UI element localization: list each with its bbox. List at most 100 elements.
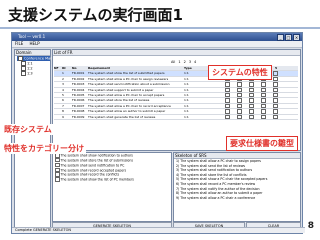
tab-all[interactable]: All — [171, 60, 175, 64]
checkbox-cell[interactable] — [222, 92, 234, 98]
checkbox-icon[interactable] — [273, 103, 278, 109]
checkbox-icon[interactable] — [261, 87, 266, 93]
checkbox-cell[interactable] — [222, 109, 234, 114]
minimize-icon[interactable]: _ — [277, 34, 284, 41]
checkbox-cell[interactable] — [270, 109, 282, 114]
checkbox-cell[interactable] — [234, 87, 246, 93]
checkbox-icon[interactable] — [225, 82, 230, 87]
checkbox-icon[interactable] — [261, 103, 266, 109]
checkbox-icon[interactable] — [249, 92, 254, 98]
checkbox-cell[interactable] — [246, 82, 258, 87]
requirements-list-header: List of FR — [53, 50, 300, 56]
checkbox-cell[interactable] — [246, 103, 258, 109]
checkbox-cell[interactable] — [234, 98, 246, 103]
list-item[interactable]: The system shall show the list of PC mem… — [53, 177, 171, 182]
table-cell: 1:1 — [184, 92, 189, 97]
checkbox-icon[interactable] — [273, 71, 278, 76]
checkbox-icon[interactable] — [273, 76, 278, 82]
checkbox-icon[interactable] — [261, 92, 266, 98]
checkbox-icon[interactable] — [237, 114, 242, 120]
column-header: No — [72, 66, 77, 70]
checkbox-cell[interactable] — [258, 109, 270, 114]
checkbox-cell[interactable] — [246, 109, 258, 114]
checkbox-cell[interactable] — [258, 98, 270, 103]
checkbox-cell[interactable] — [222, 98, 234, 103]
checkbox-cell[interactable] — [234, 109, 246, 114]
checkbox-icon[interactable] — [225, 114, 230, 120]
checkbox-icon[interactable] — [225, 92, 230, 98]
checkbox-cell[interactable] — [270, 114, 282, 120]
checkbox-icon[interactable] — [225, 98, 230, 103]
checkbox-icon[interactable] — [237, 92, 242, 98]
checkbox-cell[interactable] — [258, 87, 270, 93]
checkbox-icon[interactable] — [249, 114, 254, 120]
table-cell: 1:1 — [184, 98, 189, 103]
checkbox-icon[interactable] — [249, 103, 254, 109]
checkbox-cell[interactable] — [270, 76, 282, 82]
tab-1[interactable]: 1 — [178, 60, 180, 64]
checkbox-cell[interactable] — [258, 114, 270, 120]
menu-file[interactable]: FILE — [15, 41, 23, 46]
checkbox-cell[interactable] — [258, 82, 270, 87]
checkbox-icon[interactable] — [249, 87, 254, 93]
checkbox-cell[interactable] — [234, 92, 246, 98]
checkbox-cell[interactable] — [270, 82, 282, 87]
checkbox-cell[interactable] — [270, 92, 282, 98]
slide-title: 支援システムの実行画面1 — [8, 6, 183, 24]
checkbox-icon[interactable] — [55, 167, 60, 173]
checkbox-icon[interactable] — [273, 87, 278, 93]
status-bar: Complete GENERATE SKELETON — [12, 227, 305, 233]
checkbox-icon[interactable] — [261, 114, 266, 120]
checkbox-cell[interactable] — [246, 98, 258, 103]
checkbox-cell[interactable] — [246, 114, 258, 120]
checkbox-icon[interactable] — [237, 109, 242, 114]
checkbox-icon[interactable] — [55, 177, 60, 182]
table-cell — [54, 88, 62, 92]
checkbox-icon[interactable] — [261, 109, 266, 114]
checkbox-cell[interactable] — [258, 92, 270, 98]
menu-help[interactable]: HELP — [30, 41, 40, 46]
checkbox-cell[interactable] — [234, 103, 246, 109]
checkbox-icon[interactable] — [249, 109, 254, 114]
checkbox-icon[interactable] — [273, 92, 278, 98]
tree-item-1-3[interactable]: 1:3 — [15, 71, 50, 76]
checkbox-icon[interactable] — [225, 109, 230, 114]
checkbox-icon[interactable] — [55, 162, 60, 168]
checkbox-icon[interactable] — [237, 103, 242, 109]
checkbox-icon[interactable] — [261, 82, 266, 87]
checkbox-icon[interactable] — [261, 98, 266, 103]
checkbox-icon[interactable] — [225, 103, 230, 109]
checkbox-icon[interactable] — [225, 87, 230, 93]
checkbox-icon[interactable] — [249, 82, 254, 87]
checkbox-cell[interactable] — [270, 71, 282, 76]
checkbox-icon[interactable] — [237, 87, 242, 93]
tab-3[interactable]: 3 — [189, 60, 191, 64]
checkbox-icon[interactable] — [55, 172, 60, 177]
checkbox-cell[interactable] — [222, 114, 234, 120]
tab-4[interactable]: 4 — [194, 60, 196, 64]
checkbox-icon[interactable] — [273, 98, 278, 103]
maximize-icon[interactable]: □ — [285, 34, 292, 41]
checkbox-cell[interactable] — [222, 103, 234, 109]
checkbox-icon[interactable] — [237, 98, 242, 103]
checkbox-icon[interactable] — [237, 82, 242, 87]
checkbox-cell[interactable] — [270, 98, 282, 103]
checkbox-icon[interactable] — [249, 98, 254, 103]
checkbox-cell[interactable] — [234, 82, 246, 87]
checkbox-cell[interactable] — [222, 82, 234, 87]
checkbox-cell[interactable] — [222, 87, 234, 93]
checkbox-icon[interactable] — [273, 82, 278, 87]
close-icon[interactable]: × — [293, 34, 300, 41]
checkbox-icon[interactable] — [273, 114, 278, 120]
checkbox-cell[interactable] — [246, 92, 258, 98]
checkbox-cell[interactable] — [270, 87, 282, 93]
table-row[interactable]: 9 FR-0009 The system shall generate the li… — [54, 114, 298, 120]
checkbox-cell[interactable] — [258, 103, 270, 109]
checkbox-icon[interactable] — [21, 71, 26, 76]
checkbox-icon[interactable] — [273, 109, 278, 114]
checkbox-cell[interactable] — [234, 114, 246, 120]
checkbox-icon[interactable] — [55, 157, 60, 163]
checkbox-cell[interactable] — [246, 87, 258, 93]
checkbox-cell[interactable] — [270, 103, 282, 109]
tab-2[interactable]: 2 — [184, 60, 186, 64]
